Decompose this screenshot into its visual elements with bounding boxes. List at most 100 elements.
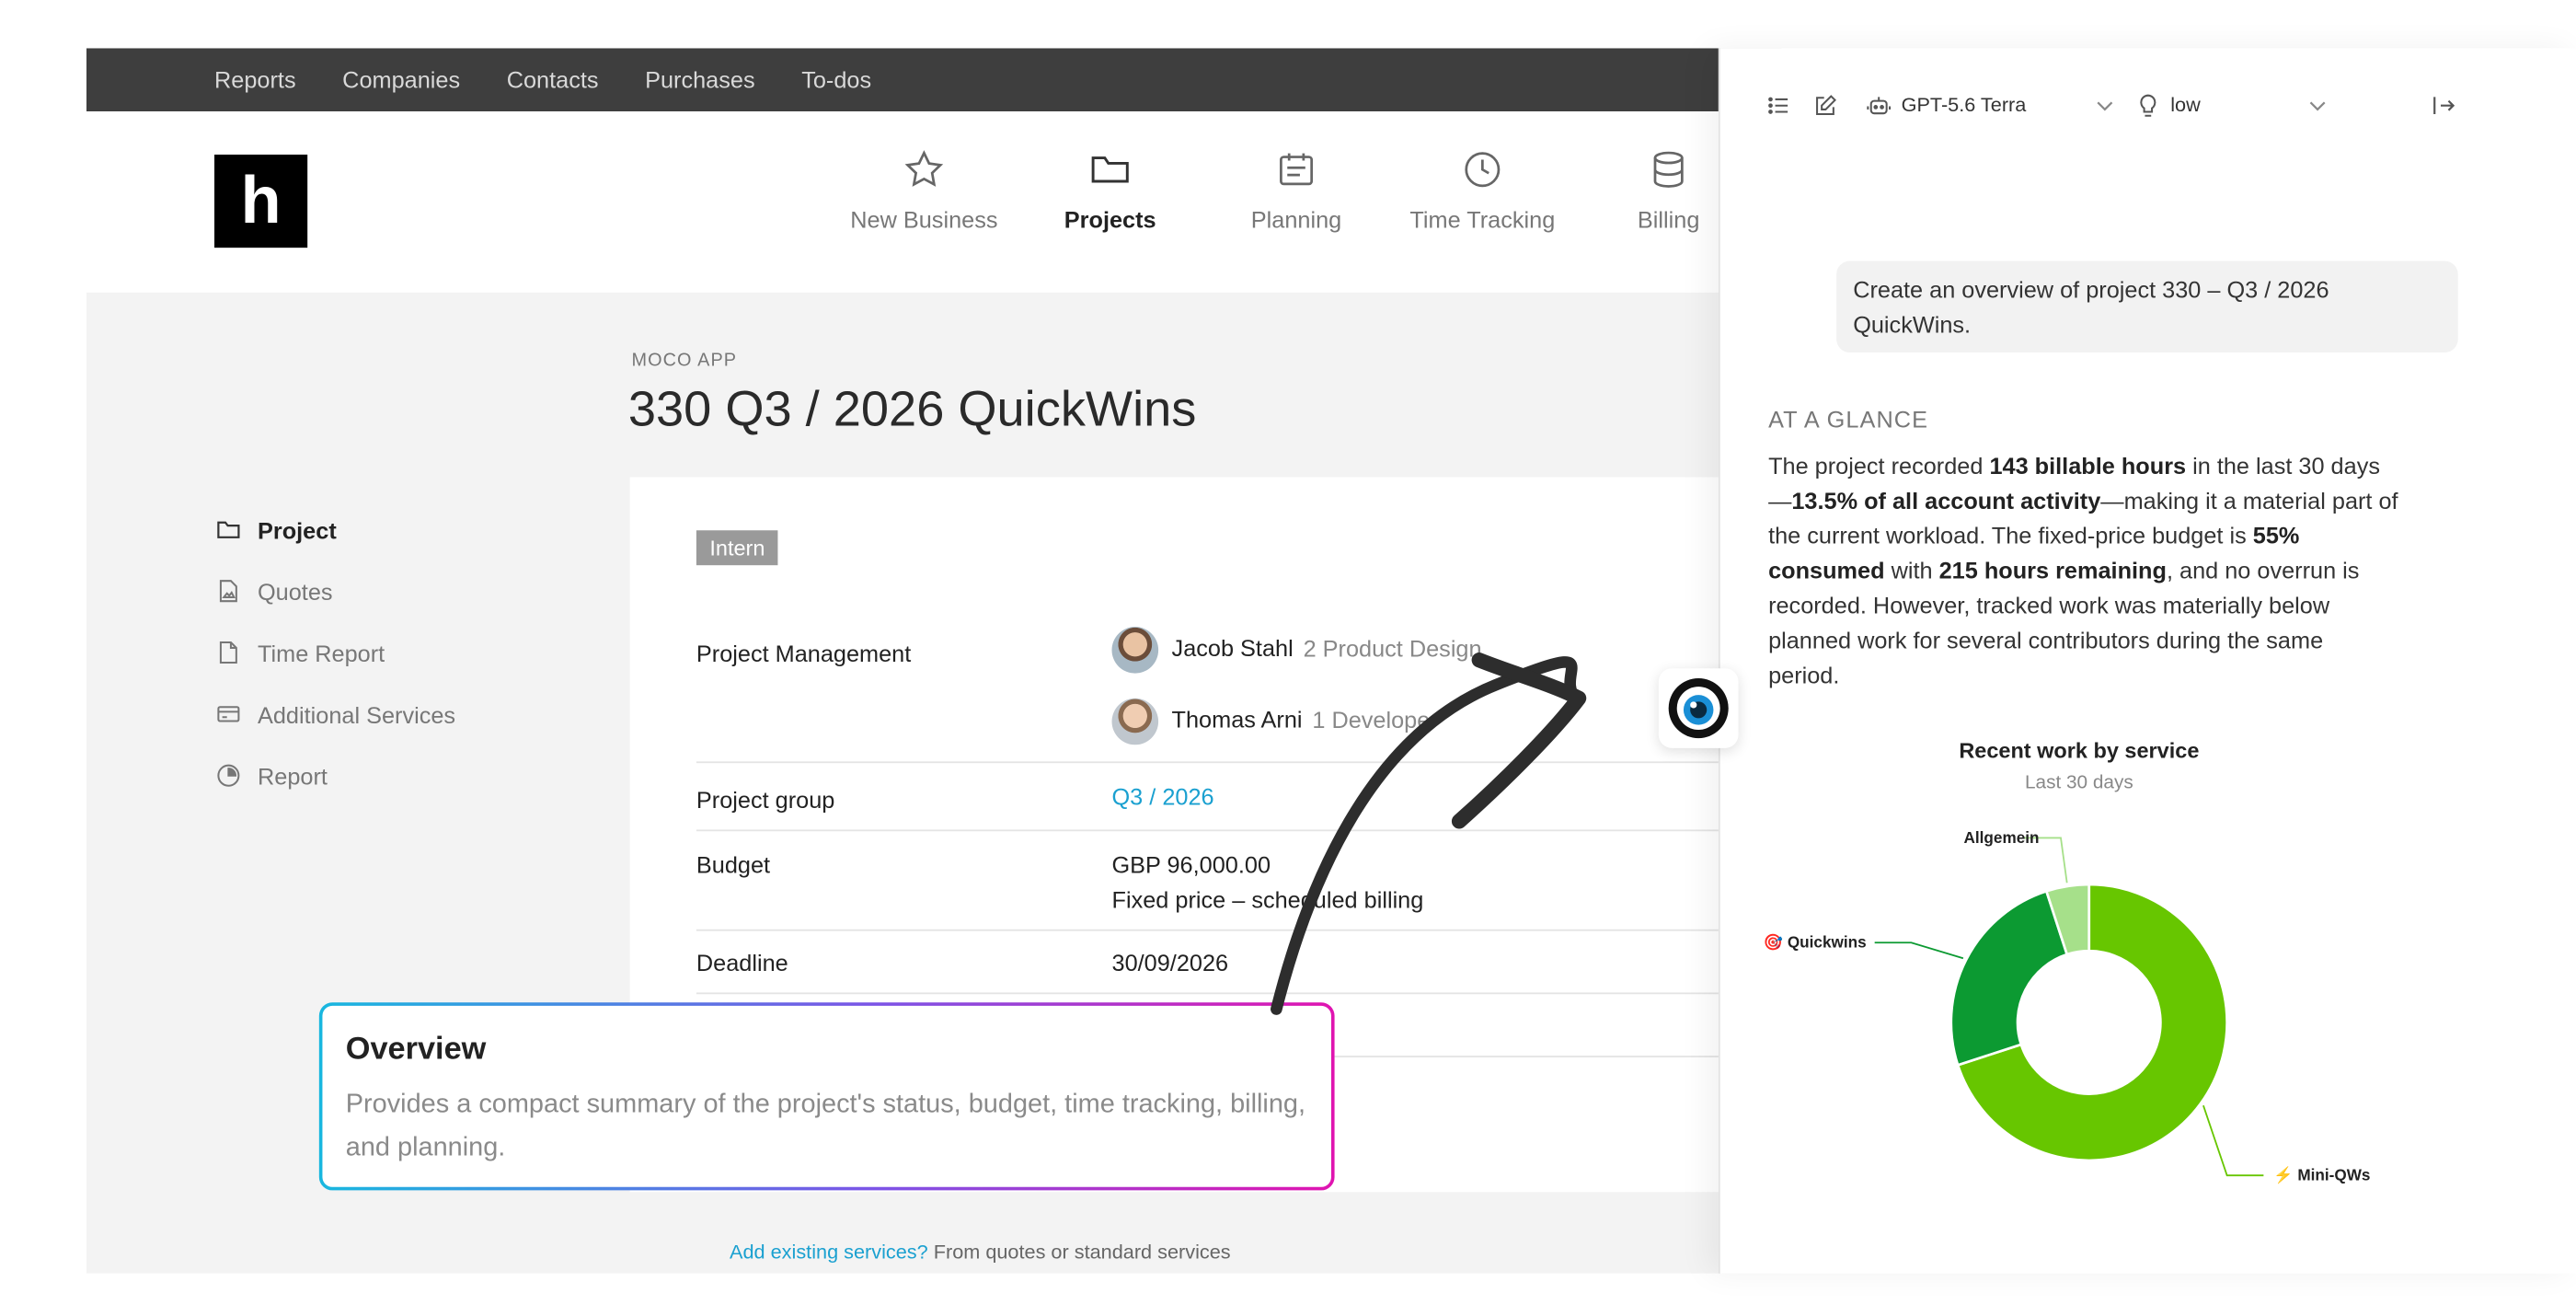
add-services-hint: Add existing services? From quotes or st…: [730, 1241, 1231, 1264]
nav-time-tracking[interactable]: Time Tracking: [1389, 148, 1575, 233]
ai-panel: GPT-5.6 Terra low Create an overview of …: [1718, 48, 2576, 1274]
pie-slice[interactable]: [1949, 889, 2069, 1068]
project-group-label: Project group: [696, 786, 835, 814]
row-deadline: Deadline 30/09/2026: [696, 931, 1782, 995]
header: h New Business Projects Planning Time Tr…: [86, 111, 1782, 293]
nav-billing-label: Billing: [1637, 205, 1700, 233]
main-nav: New Business Projects Planning Time Trac…: [831, 148, 1762, 233]
manager-2[interactable]: Thomas Arni 1 Developer: [1111, 698, 1438, 745]
glance-highlight: 13.5% of all account activity: [1791, 487, 2101, 514]
glance-highlight: 143 billable hours: [1989, 452, 2187, 479]
nav-projects[interactable]: Projects: [1018, 148, 1203, 233]
sidebar-item-report[interactable]: Report: [216, 745, 455, 806]
effort-select[interactable]: low: [2135, 88, 2335, 121]
folder-icon: [1091, 156, 1129, 183]
row-project-group: Project group Q3 / 2026: [696, 763, 1782, 832]
manager-role: 2 Product Design: [1303, 634, 1482, 662]
topnav-contacts[interactable]: Contacts: [507, 66, 599, 93]
page-title: 330 Q3 / 2026 QuickWins: [627, 382, 1197, 438]
glance-text: with: [1884, 557, 1939, 584]
avatar: [1111, 627, 1159, 674]
slice-connector: [2202, 1104, 2264, 1177]
model-name: GPT-5.6 Terra: [1901, 93, 2027, 117]
topnav-purchases[interactable]: Purchases: [645, 66, 755, 93]
sidebar-item-time-report[interactable]: Time Report: [216, 622, 455, 684]
budget-value: GBP 96,000.00: [1111, 850, 1271, 878]
assistant-eye-button[interactable]: [1658, 668, 1739, 748]
manager-name: Thomas Arni: [1171, 706, 1303, 733]
report-icon: [217, 764, 240, 787]
breadcrumb[interactable]: MOCO APP: [631, 351, 737, 371]
sidebar-item-label: Additional Services: [257, 700, 456, 728]
slice-label: 🎯 Quickwins: [1764, 933, 1867, 952]
history-button[interactable]: [1766, 88, 1791, 121]
topnav-reports[interactable]: Reports: [214, 66, 296, 93]
deadline-value: 30/09/2026: [1111, 949, 1229, 976]
sidebar-item-label: Time Report: [257, 639, 385, 666]
manager-1[interactable]: Jacob Stahl 2 Product Design: [1111, 627, 1482, 674]
budget-billing-type: Fixed price – scheduled billing: [1111, 885, 1424, 913]
callout-text: Provides a compact summary of the projec…: [345, 1091, 1306, 1162]
add-existing-services-link[interactable]: Add existing services?: [730, 1241, 928, 1264]
manager-name: Jacob Stahl: [1171, 634, 1294, 662]
collapse-panel-icon: [2433, 96, 2455, 114]
chevron-down-icon: [2309, 100, 2326, 110]
sidebar-item-quotes[interactable]: Quotes: [216, 560, 455, 622]
user-prompt-bubble: Create an overview of project 330 – Q3 /…: [1836, 260, 2458, 352]
service-donut-chart: ⚡ Mini-QWs 🎯 Quickwins Allgemein: [1764, 828, 2371, 1185]
add-services-text: From quotes or standard services: [927, 1240, 1231, 1264]
folder-icon: [217, 521, 240, 538]
document-icon: [219, 641, 237, 664]
sidebar-item-label: Report: [257, 762, 328, 790]
sidebar-item-label: Quotes: [257, 577, 333, 605]
robot-icon: [1867, 96, 1892, 114]
glance-text: The project recorded: [1768, 452, 1990, 479]
nav-new-business[interactable]: New Business: [831, 148, 1017, 233]
new-chat-button[interactable]: [1813, 88, 1838, 121]
logo[interactable]: h: [214, 154, 308, 248]
chart-title: Recent work by service: [1959, 738, 2200, 764]
overview-callout: Overview Provides a compact summary of t…: [318, 1002, 1335, 1191]
card-icon: [217, 706, 240, 722]
deadline-label: Deadline: [696, 949, 788, 976]
slice-label: ⚡ Mini-QWs: [2273, 1166, 2370, 1185]
side-nav: Project Quotes Time Report Additional Se…: [216, 499, 455, 806]
nav-planning-label: Planning: [1250, 205, 1342, 233]
row-budget: Budget GBP 96,000.00 Fixed price – sched…: [696, 831, 1782, 931]
top-bar: Reports Companies Contacts Purchases To-…: [86, 48, 1782, 112]
nav-planning[interactable]: Planning: [1203, 148, 1389, 233]
callout-title: Overview: [345, 1032, 487, 1068]
list-icon: [1768, 96, 1788, 113]
model-select[interactable]: GPT-5.6 Terra: [1867, 88, 2116, 121]
status-badge: Intern: [696, 530, 778, 566]
chart-subtitle: Last 30 days: [2024, 772, 2133, 793]
calendar-icon: [1280, 153, 1314, 186]
effort-level: low: [2170, 93, 2201, 117]
slice-connector: [1874, 941, 1964, 960]
manager-role: 1 Developer: [1312, 706, 1438, 733]
database-icon: [1653, 151, 1684, 188]
sidebar-item-additional-services[interactable]: Additional Services: [216, 683, 455, 745]
slice-label: Allgemein: [1964, 828, 2040, 847]
close-panel-button[interactable]: [2432, 88, 2456, 121]
sidebar-item-label: Project: [257, 515, 337, 543]
topnav-todos[interactable]: To-dos: [801, 66, 871, 93]
glance-highlight: 215 hours remaining: [1938, 557, 2167, 584]
lightbulb-icon: [2140, 93, 2156, 116]
at-a-glance-text: The project recorded 143 billable hours …: [1768, 449, 2399, 694]
project-management-label: Project Management: [696, 640, 912, 667]
nav-projects-label: Projects: [1064, 205, 1156, 233]
project-group-link[interactable]: Q3 / 2026: [1112, 783, 1214, 810]
eye-icon: [1668, 678, 1729, 739]
avatar: [1111, 698, 1159, 745]
sidebar-item-project[interactable]: Project: [216, 499, 455, 560]
callout-body: Overview Provides a compact summary of t…: [322, 1005, 1331, 1187]
top-nav: Reports Companies Contacts Purchases To-…: [214, 48, 871, 111]
at-a-glance-heading: AT A GLANCE: [1768, 405, 1929, 433]
nav-new-business-label: New Business: [850, 205, 998, 233]
edit-icon: [1816, 94, 1836, 115]
document-image-icon: [219, 580, 237, 603]
nav-time-tracking-label: Time Tracking: [1409, 205, 1556, 233]
topnav-companies[interactable]: Companies: [342, 66, 460, 93]
row-project-management: Project Management Jacob Stahl 2 Product …: [696, 627, 1782, 764]
